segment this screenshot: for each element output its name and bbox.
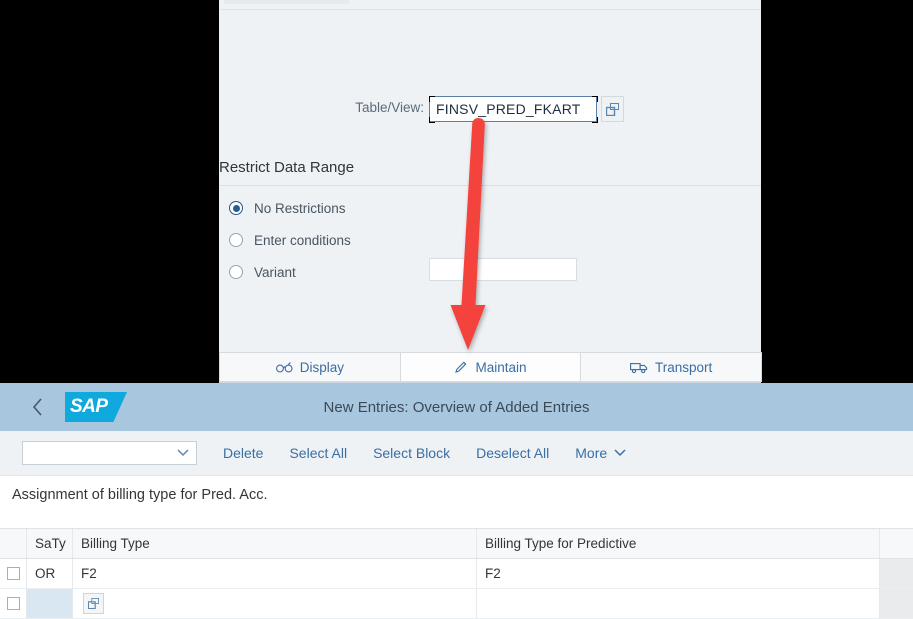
cell-billing-type[interactable]: F2 <box>73 559 477 588</box>
focus-corner-tl <box>429 96 435 102</box>
glasses-icon <box>275 361 293 372</box>
table-toolbar: Delete Select All Select Block Deselect … <box>0 431 913 476</box>
deselect-all-button-label: Deselect All <box>476 445 550 461</box>
pencil-icon <box>455 361 467 373</box>
sap-logo[interactable]: SAP <box>65 392 127 422</box>
table-view-value-help-button[interactable] <box>601 96 624 122</box>
section-divider <box>219 185 761 186</box>
truck-icon <box>630 362 648 373</box>
select-all-button[interactable]: Select All <box>289 445 347 461</box>
toolbar-select[interactable] <box>22 441 197 465</box>
radio-variant-label: Variant <box>254 264 296 280</box>
select-block-button[interactable]: Select Block <box>373 445 450 461</box>
value-help-icon <box>606 102 619 116</box>
radio-enter-conditions[interactable]: Enter conditions <box>229 229 351 251</box>
chevron-down-icon <box>177 449 189 457</box>
page-title: New Entries: Overview of Added Entries <box>323 398 590 416</box>
display-button-label: Display <box>299 359 344 375</box>
radio-variant[interactable]: Variant <box>229 261 296 283</box>
table-row[interactable]: OR F2 F2 <box>0 559 913 589</box>
dialog-top-strip <box>219 0 761 10</box>
dialog-button-bar: Display Maintain Transport <box>219 352 763 382</box>
radio-no-restrictions[interactable]: No Restrictions <box>229 197 346 219</box>
deselect-all-button[interactable]: Deselect All <box>476 445 549 461</box>
radio-no-restrictions-label: No Restrictions <box>254 200 346 216</box>
restrict-data-range-title: Restrict Data Range <box>219 159 355 176</box>
select-all-button-label: Select All <box>289 445 348 461</box>
back-button[interactable] <box>32 398 43 416</box>
transport-button-label: Transport <box>655 359 713 375</box>
focus-corner-tr <box>592 96 598 102</box>
select-block-button-label: Select Block <box>373 445 451 461</box>
more-menu-label: More <box>575 445 608 461</box>
row-select-cell[interactable] <box>0 559 27 588</box>
variant-input[interactable] <box>429 258 577 281</box>
shell-bar: SAP New Entries: Overview of Added Entri… <box>0 383 913 431</box>
cell-billing-type-predictive[interactable]: F2 <box>477 559 880 588</box>
table-row[interactable] <box>0 589 913 619</box>
delete-button-label: Delete <box>223 445 264 461</box>
focus-corner-bl <box>429 117 435 123</box>
cell-tail <box>880 559 913 588</box>
maintain-button-label: Maintain <box>475 359 527 375</box>
header-cell-billing-type[interactable]: Billing Type <box>73 529 477 558</box>
table-view-field-row: Table/View: <box>219 96 761 126</box>
dialog-top-ghost-bar <box>224 0 349 4</box>
header-cell-tail <box>880 529 913 558</box>
radio-enter-conditions-label: Enter conditions <box>254 232 351 248</box>
delete-button[interactable]: Delete <box>223 445 263 461</box>
table-view-input[interactable] <box>429 96 597 122</box>
radio-no-restrictions-control[interactable] <box>229 201 243 215</box>
focus-corner-br <box>592 117 598 123</box>
fiori-application: SAP New Entries: Overview of Added Entri… <box>0 383 913 619</box>
chevron-down-icon <box>614 449 626 457</box>
maintain-button[interactable]: Maintain <box>399 352 582 382</box>
header-cell-select <box>0 529 27 558</box>
more-menu-button[interactable]: More <box>575 445 626 461</box>
table-body: OR F2 F2 <box>0 559 913 619</box>
table-header-row: SaTy Billing Type Billing Type for Predi… <box>0 528 913 559</box>
table-view-label: Table/View: <box>355 100 424 115</box>
cell-saty[interactable]: OR <box>27 559 73 588</box>
table-caption: Assignment of billing type for Pred. Acc… <box>12 487 268 503</box>
header-cell-saty[interactable]: SaTy <box>27 529 73 558</box>
radio-enter-conditions-control[interactable] <box>229 233 243 247</box>
transport-button[interactable]: Transport <box>580 352 763 382</box>
screen: Table/View: Restrict Data Range No Restr… <box>0 0 913 619</box>
header-cell-billing-type-predictive[interactable]: Billing Type for Predictive <box>477 529 880 558</box>
entries-table: SaTy Billing Type Billing Type for Predi… <box>0 528 913 619</box>
chevron-left-icon <box>32 398 42 416</box>
row-checkbox[interactable] <box>6 567 20 580</box>
radio-variant-control[interactable] <box>229 265 243 279</box>
display-button[interactable]: Display <box>219 352 401 382</box>
table-view-maintenance-dialog: Table/View: Restrict Data Range No Restr… <box>219 0 763 383</box>
sap-logo-text: SAP <box>70 396 108 417</box>
